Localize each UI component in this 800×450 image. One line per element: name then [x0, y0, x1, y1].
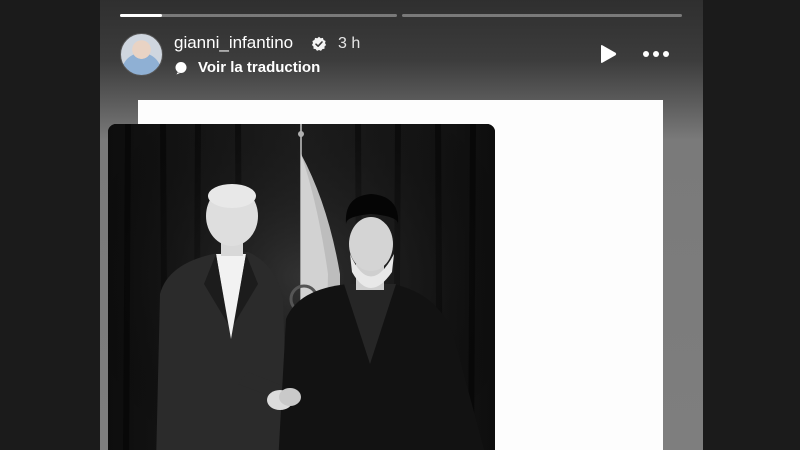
- verified-badge-icon: [311, 36, 327, 51]
- handshake-photo-image: [108, 124, 495, 450]
- story-progress-segment-2: [402, 14, 682, 17]
- translate-icon: [175, 62, 187, 75]
- story-timestamp: 3 h: [338, 35, 361, 52]
- play-icon[interactable]: [598, 44, 618, 64]
- left-backdrop: [0, 0, 100, 450]
- story-photo: [108, 124, 495, 450]
- story-progress-fill: [120, 14, 162, 17]
- story-progress-segment-1: [120, 14, 397, 17]
- avatar[interactable]: [120, 33, 163, 76]
- see-translation-link[interactable]: Voir la traduction: [198, 59, 320, 76]
- more-options-icon[interactable]: [640, 44, 672, 64]
- username[interactable]: gianni_infantino: [174, 33, 293, 53]
- right-backdrop: [703, 0, 800, 450]
